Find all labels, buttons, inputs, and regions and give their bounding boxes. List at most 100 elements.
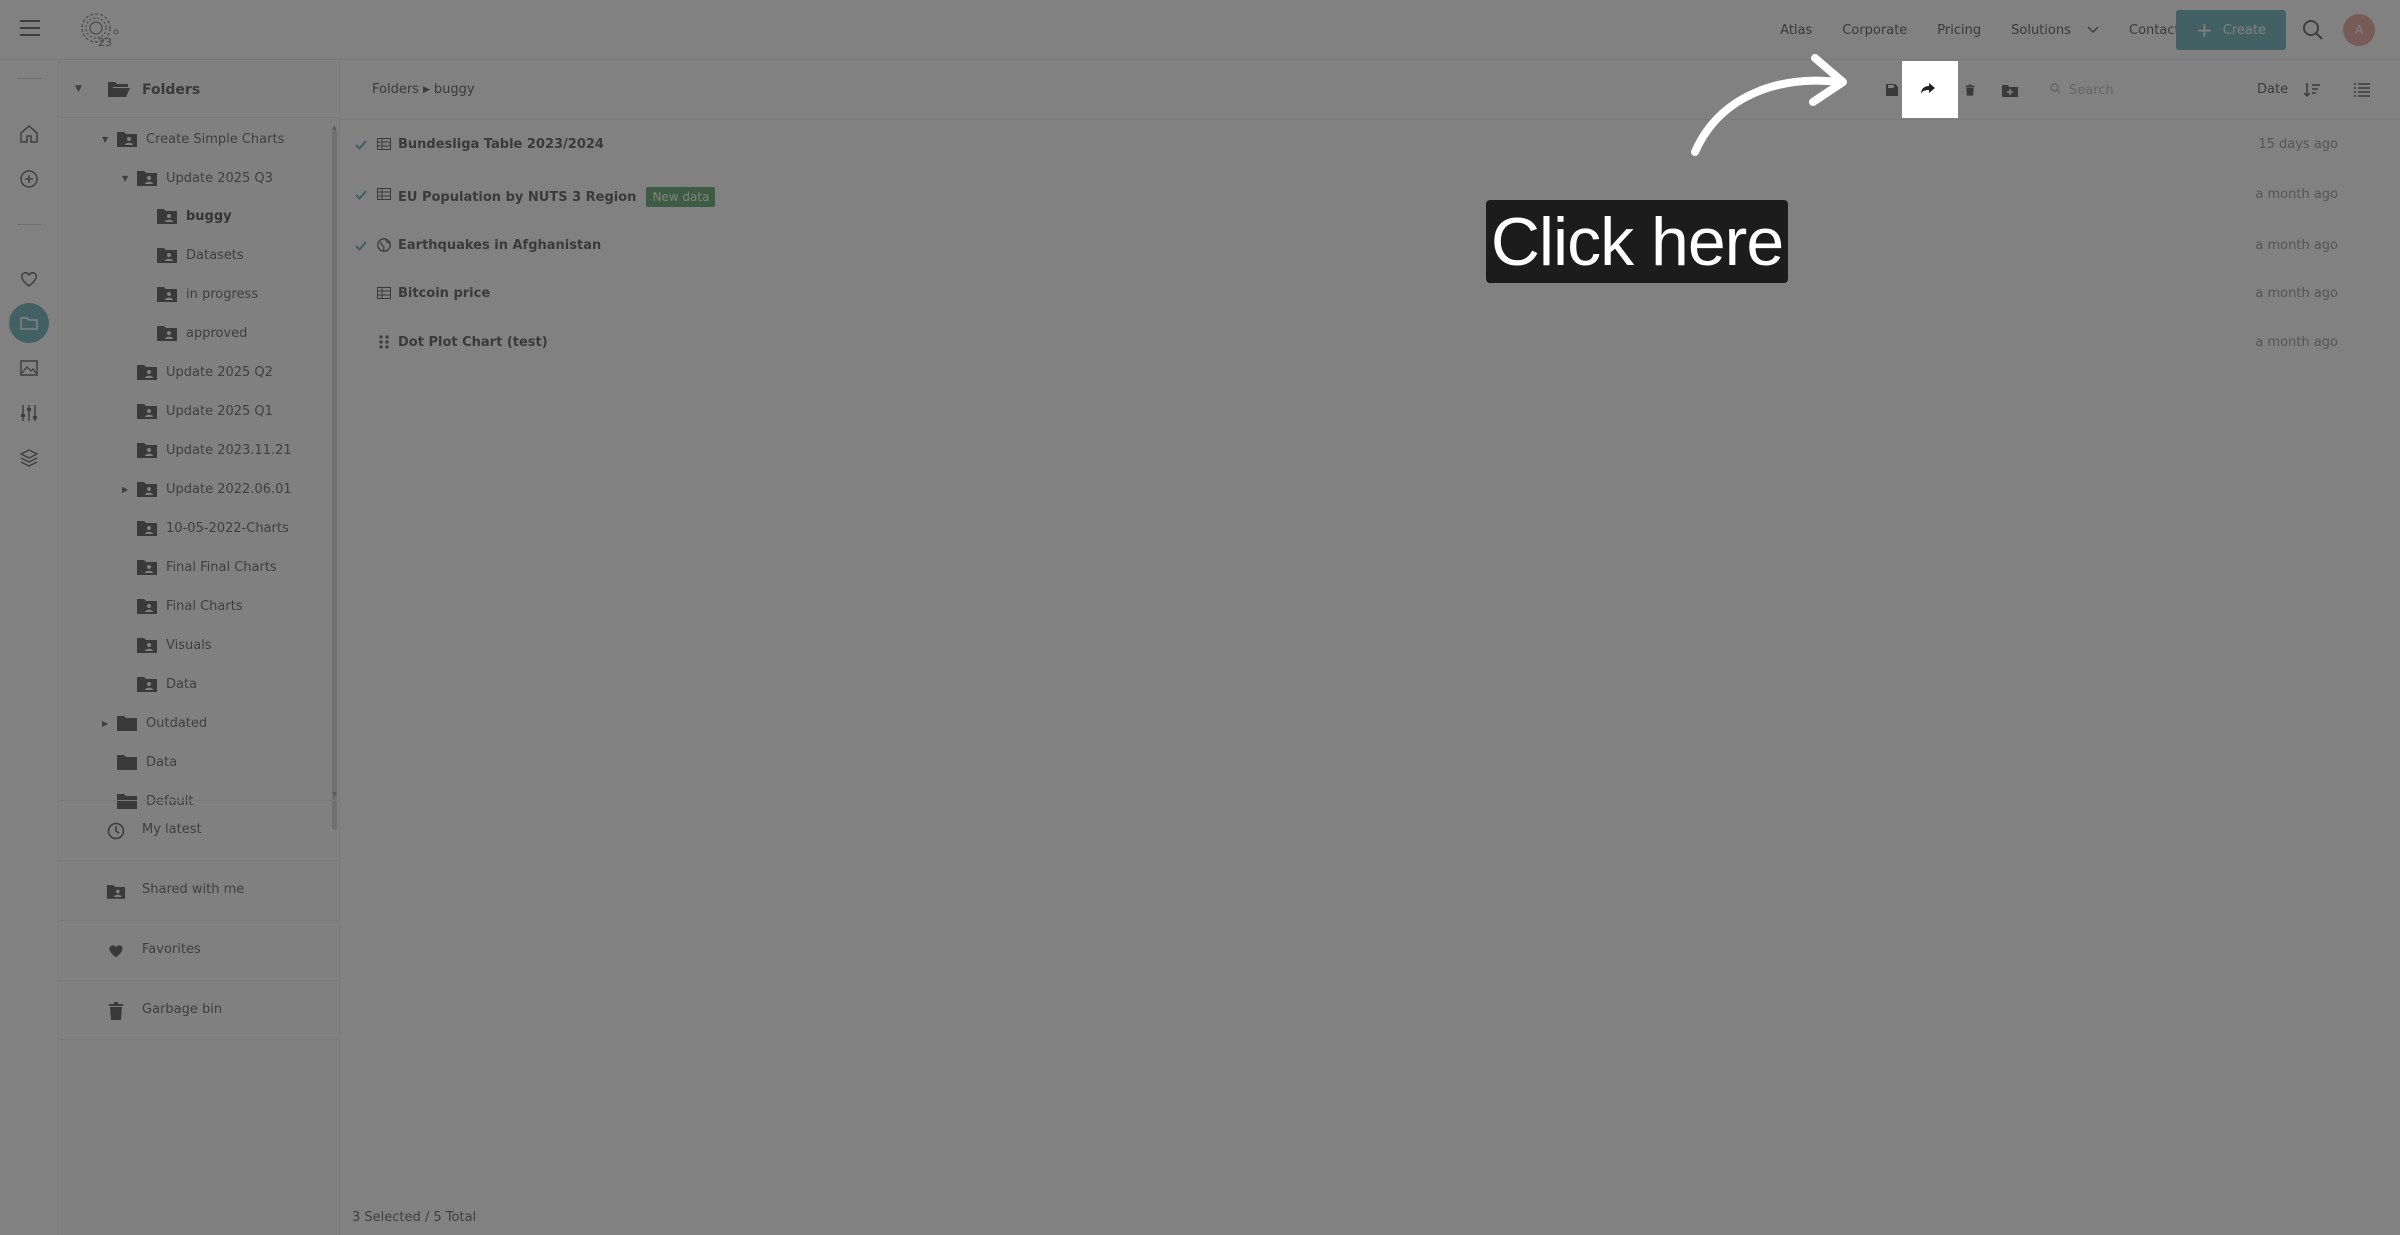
- tree-item-label: Final Final Charts: [166, 559, 277, 575]
- hamburger-menu-icon[interactable]: [20, 20, 40, 36]
- tree-item[interactable]: ▼ Create Simple Charts: [102, 124, 284, 154]
- shared-folder-icon: [136, 558, 158, 576]
- quick-link-my-latest[interactable]: My latest: [60, 800, 340, 860]
- nav-atlas[interactable]: Atlas: [1780, 23, 1812, 38]
- layers-icon[interactable]: [17, 446, 41, 470]
- selection-status: 3 Selected / 5 Total: [352, 1210, 477, 1225]
- caret-down-icon[interactable]: ▼: [75, 84, 82, 94]
- tree-item[interactable]: Visuals: [122, 630, 212, 660]
- quick-link-favorites[interactable]: Favorites: [60, 920, 340, 980]
- globe-icon: [376, 237, 392, 253]
- main-content: Folders ▶ buggy Search Date Bundesliga T…: [340, 60, 2400, 1235]
- tree-item[interactable]: 10-05-2022-Charts: [122, 513, 289, 543]
- table-row[interactable]: Earthquakes in Afghanistan a month ago: [340, 223, 2400, 271]
- checkmark-icon[interactable]: [354, 238, 368, 252]
- folder-tree-list[interactable]: ▼ Create Simple Charts ▼ Update 2025 Q3 …: [60, 120, 340, 860]
- tree-scrollbar[interactable]: [332, 130, 337, 830]
- user-avatar[interactable]: A: [2343, 14, 2375, 46]
- tree-item[interactable]: Update 2025 Q2: [122, 357, 273, 387]
- shared-folder-icon: [156, 207, 178, 225]
- shared-folder-icon: [136, 636, 158, 654]
- tutorial-highlight-share[interactable]: [1902, 61, 1958, 118]
- tutorial-arrow-icon: [1691, 54, 1847, 156]
- file-name[interactable]: Earthquakes in Afghanistan: [398, 238, 601, 253]
- move-to-folder-icon[interactable]: [2000, 80, 2020, 100]
- heart-icon: [106, 941, 126, 961]
- file-date: a month ago: [2255, 335, 2338, 350]
- caret-right-icon[interactable]: ▶: [102, 719, 116, 728]
- sort-field-label[interactable]: Date: [2257, 82, 2288, 97]
- tree-item-label: Data: [166, 676, 198, 692]
- search-icon[interactable]: [2302, 19, 2324, 41]
- folder-tree-title: Folders: [142, 82, 201, 98]
- table-row[interactable]: EU Population by NUTS 3 Region New data a…: [340, 172, 2400, 220]
- sliders-icon[interactable]: [17, 401, 41, 425]
- folder-tree-panel: ▼ Folders ▼ Create Simple Charts ▼ Updat…: [60, 60, 340, 1235]
- home-icon[interactable]: [17, 122, 41, 146]
- file-name[interactable]: Bitcoin price: [398, 286, 490, 301]
- sort-order-icon[interactable]: [2302, 80, 2322, 100]
- file-name-text: EU Population by NUTS 3 Region: [398, 190, 637, 205]
- shared-folder-icon: [136, 441, 158, 459]
- folder-icon[interactable]: [9, 303, 49, 343]
- breadcrumb-root[interactable]: Folders: [372, 82, 419, 97]
- clock-icon: [106, 821, 126, 841]
- image-icon[interactable]: [17, 356, 41, 380]
- new-data-badge: New data: [646, 187, 716, 207]
- tree-item[interactable]: Final Charts: [122, 591, 243, 621]
- tree-item[interactable]: Data: [122, 669, 197, 699]
- plus-icon: +: [2196, 18, 2213, 42]
- add-circle-icon[interactable]: [17, 167, 41, 191]
- scroll-down-icon[interactable]: ▼: [332, 791, 337, 798]
- quick-link-shared-with-me[interactable]: Shared with me: [60, 860, 340, 920]
- checkmark-icon[interactable]: [354, 187, 368, 201]
- tree-item[interactable]: Data: [102, 747, 177, 777]
- tree-item-selected[interactable]: buggy: [142, 201, 232, 231]
- brand-logo[interactable]: 23: [78, 10, 122, 50]
- file-name[interactable]: Dot Plot Chart (test): [398, 335, 548, 350]
- table-row[interactable]: Dot Plot Chart (test) a month ago: [340, 320, 2400, 368]
- caret-right-icon[interactable]: ▶: [122, 485, 136, 494]
- quick-link-label: My latest: [142, 822, 202, 837]
- file-name[interactable]: Bundesliga Table 2023/2024: [398, 137, 604, 152]
- left-icon-rail: [0, 60, 59, 1235]
- nav-solutions[interactable]: Solutions: [2011, 23, 2099, 38]
- svg-text:23: 23: [98, 36, 112, 49]
- search-input[interactable]: Search: [2069, 83, 2114, 98]
- tree-item[interactable]: in progress: [142, 279, 258, 309]
- share-icon: [1921, 80, 1935, 99]
- nav-corporate[interactable]: Corporate: [1842, 23, 1907, 38]
- tree-item[interactable]: Update 2023.11.21: [122, 435, 292, 465]
- tree-item-label: approved: [186, 325, 248, 341]
- nav-pricing[interactable]: Pricing: [1937, 23, 1981, 38]
- caret-down-icon[interactable]: ▼: [102, 135, 116, 144]
- shared-folder-icon: [156, 285, 178, 303]
- tree-item-label: Update 2023.11.21: [166, 442, 292, 458]
- table-row[interactable]: Bundesliga Table 2023/2024 15 days ago: [340, 122, 2400, 170]
- folder-tree-header[interactable]: ▼ Folders: [60, 60, 340, 118]
- list-view-icon[interactable]: [2352, 80, 2372, 100]
- shared-folder-icon: [136, 519, 158, 537]
- quick-link-garbage-bin[interactable]: Garbage bin: [60, 980, 340, 1040]
- tree-item[interactable]: Update 2025 Q1: [122, 396, 273, 426]
- shared-folder-icon: [136, 480, 158, 498]
- file-date: 15 days ago: [2258, 137, 2338, 152]
- save-icon[interactable]: [1882, 80, 1902, 100]
- tree-item[interactable]: Datasets: [142, 240, 244, 270]
- file-name[interactable]: EU Population by NUTS 3 Region New data: [398, 187, 716, 207]
- file-search[interactable]: Search: [2050, 78, 2230, 102]
- tree-item[interactable]: Final Final Charts: [122, 552, 277, 582]
- shared-folder-icon: [136, 363, 158, 381]
- tree-item[interactable]: approved: [142, 318, 247, 348]
- heart-icon[interactable]: [17, 267, 41, 291]
- table-row[interactable]: Bitcoin price a month ago: [340, 271, 2400, 319]
- checkmark-icon[interactable]: [354, 137, 368, 151]
- quick-link-label: Garbage bin: [142, 1002, 223, 1017]
- tree-item[interactable]: ▼ Update 2025 Q3: [122, 163, 273, 193]
- tree-item[interactable]: ▶ Outdated: [102, 708, 207, 738]
- tree-item-label: Update 2025 Q3: [166, 170, 273, 186]
- delete-icon[interactable]: [1960, 80, 1980, 100]
- caret-down-icon[interactable]: ▼: [122, 174, 136, 183]
- create-button[interactable]: + Create: [2176, 10, 2286, 50]
- tree-item[interactable]: ▶ Update 2022.06.01: [122, 474, 292, 504]
